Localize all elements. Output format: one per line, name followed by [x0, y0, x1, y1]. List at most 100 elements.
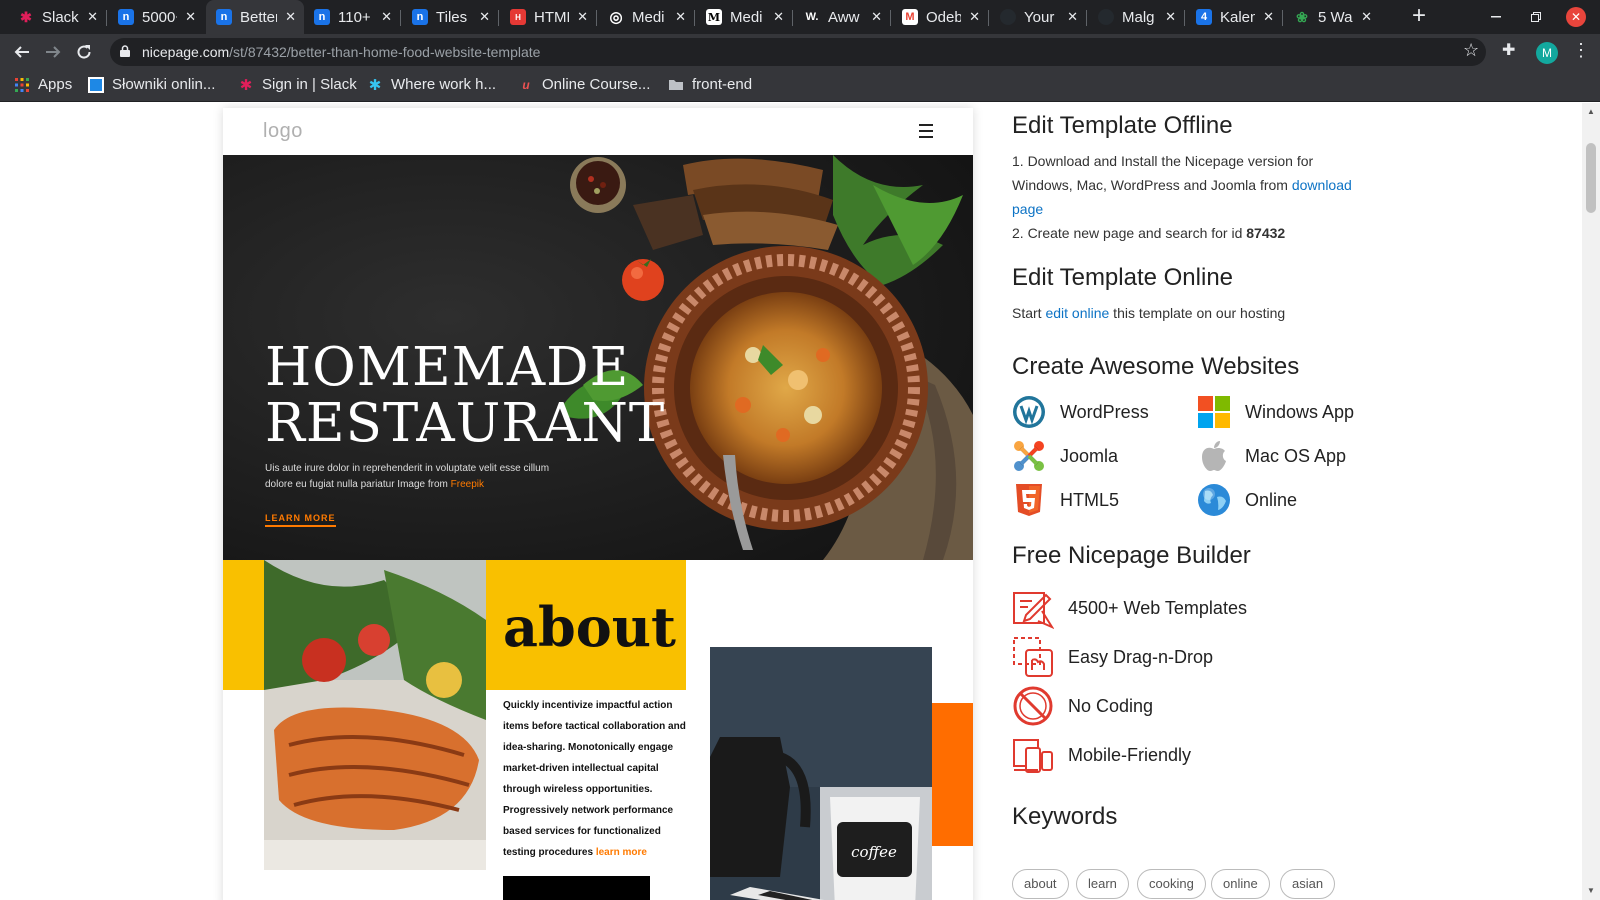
- tab-title: Better: [240, 8, 278, 26]
- keyword-tag-about[interactable]: about: [1012, 869, 1069, 899]
- extensions-puzzle-icon[interactable]: ✚: [1502, 40, 1515, 60]
- scroll-up-arrow-icon[interactable]: ▲: [1586, 107, 1596, 116]
- tab-title: 5000+: [142, 8, 177, 26]
- tab-medium-2[interactable]: M Medi ✕: [696, 0, 792, 34]
- close-tab-icon[interactable]: ✕: [1165, 9, 1176, 25]
- feature-label: No Coding: [1068, 695, 1154, 716]
- bookmark-star-icon[interactable]: ☆: [1463, 40, 1479, 61]
- tab-github-malg[interactable]: Malg ✕: [1088, 0, 1184, 34]
- tab-github-your[interactable]: Your ✕: [990, 0, 1086, 34]
- close-tab-icon[interactable]: ✕: [1067, 9, 1078, 25]
- edit-online-link[interactable]: edit online: [1045, 305, 1109, 321]
- app-wordpress[interactable]: WordPress: [1012, 395, 1149, 429]
- hamburger-menu-icon[interactable]: [919, 124, 933, 142]
- browser-menu-icon[interactable]: ⋮: [1572, 40, 1590, 61]
- app-macos[interactable]: Mac OS App: [1197, 439, 1346, 473]
- url-text: nicepage.com/st/87432/better-than-home-f…: [142, 44, 540, 60]
- close-tab-icon[interactable]: ✕: [871, 9, 882, 25]
- tab-nicepage-110[interactable]: n 110+ ✕: [304, 0, 400, 34]
- close-tab-icon[interactable]: ✕: [381, 9, 392, 25]
- close-tab-icon[interactable]: ✕: [577, 9, 588, 25]
- tab-separator: [1282, 10, 1283, 26]
- preview-header: logo: [223, 108, 973, 155]
- close-tab-icon[interactable]: ✕: [185, 9, 196, 25]
- scroll-down-arrow-icon[interactable]: ▼: [1586, 886, 1596, 895]
- bookmark-slack-where[interactable]: ✱ Where work h...: [367, 76, 497, 94]
- offline-step-2-text: 2. Create new page and search for id: [1012, 225, 1247, 241]
- new-tab-button[interactable]: +: [1406, 4, 1432, 30]
- reload-button[interactable]: [72, 40, 96, 64]
- bookmark-label: Where work h...: [391, 76, 497, 93]
- app-joomla[interactable]: Joomla: [1012, 439, 1118, 473]
- tab-html[interactable]: H HTML ✕: [500, 0, 596, 34]
- close-tab-icon[interactable]: ✕: [479, 9, 490, 25]
- forward-button[interactable]: [41, 40, 65, 64]
- tab-awwwards[interactable]: W. Aww ✕: [794, 0, 890, 34]
- back-button[interactable]: [10, 40, 34, 64]
- address-bar[interactable]: nicepage.com/st/87432/better-than-home-f…: [110, 38, 1486, 66]
- tab-better-than-home[interactable]: n Better ✕: [206, 0, 304, 34]
- download-page-link[interactable]: download: [1292, 177, 1352, 193]
- bookmark-apps[interactable]: Apps: [14, 76, 72, 93]
- close-tab-icon[interactable]: ✕: [87, 9, 98, 25]
- profile-avatar[interactable]: M: [1536, 42, 1558, 64]
- url-path: /st/87432/better-than-home-food-website-…: [229, 44, 541, 60]
- tab-nicepage-5000[interactable]: n 5000+ ✕: [108, 0, 204, 34]
- app-label: Mac OS App: [1245, 445, 1347, 466]
- close-tab-icon[interactable]: ✕: [675, 9, 686, 25]
- lock-icon: [120, 45, 130, 57]
- about-button[interactable]: [503, 876, 650, 900]
- bookmark-slack-signin[interactable]: ✱ Sign in | Slack: [238, 76, 357, 94]
- tab-title: Medi: [730, 8, 763, 26]
- app-html5[interactable]: HTML5: [1012, 483, 1119, 517]
- keyword-tag-online[interactable]: online: [1211, 869, 1270, 899]
- close-window-button[interactable]: ✕: [1566, 7, 1586, 27]
- template-preview[interactable]: logo HOMEMADE RESTAURANT Uis aute irure …: [223, 108, 973, 900]
- learn-more-link[interactable]: LEARN MORE: [265, 513, 336, 527]
- keyword-tag-cooking[interactable]: cooking: [1137, 869, 1206, 899]
- feature-label: Mobile-Friendly: [1068, 744, 1192, 765]
- app-label: Joomla: [1060, 445, 1119, 466]
- offline-step-1b-text: Windows, Mac, WordPress and Joomla from: [1012, 177, 1292, 193]
- bookmark-online-courses[interactable]: u Online Course...: [518, 76, 650, 93]
- tab-gmail[interactable]: M Odeb ✕: [892, 0, 988, 34]
- close-tab-icon[interactable]: ✕: [969, 9, 980, 25]
- bookmark-slowniki[interactable]: Słowniki onlin...: [88, 76, 215, 93]
- edit-online-heading: Edit Template Online: [1012, 264, 1234, 291]
- keyword-tag-asian[interactable]: asian: [1280, 869, 1336, 899]
- bookmark-front-end-folder[interactable]: front-end: [668, 76, 752, 93]
- tab-tiles[interactable]: n Tiles ✕: [402, 0, 498, 34]
- close-tab-icon[interactable]: ✕: [773, 9, 784, 25]
- tab-medium-1[interactable]: ◎ Medi ✕: [598, 0, 694, 34]
- scrollbar-thumb[interactable]: [1586, 143, 1596, 213]
- tab-slack[interactable]: ✱ Slack ✕: [8, 0, 106, 34]
- app-online[interactable]: Online: [1197, 483, 1297, 517]
- close-tab-icon[interactable]: ✕: [285, 9, 296, 25]
- bookmark-label: Online Course...: [542, 76, 651, 93]
- restore-window-button[interactable]: [1516, 0, 1556, 34]
- bookmarks-bar: Apps Słowniki onlin... ✱ Sign in | Slack…: [0, 70, 1600, 102]
- preview-logo[interactable]: logo: [263, 120, 303, 143]
- windows-icon: [1198, 396, 1230, 428]
- download-page-link-continued[interactable]: page: [1012, 201, 1043, 217]
- slack-icon: ✱: [239, 76, 253, 94]
- page-scrollbar[interactable]: ▲ ▼: [1582, 103, 1600, 900]
- app-label: Online: [1245, 489, 1298, 510]
- feature-drag-drop: Easy Drag-n-Drop: [1012, 636, 1213, 678]
- orange-accent-bar: [932, 703, 973, 846]
- slack-icon: ✱: [20, 8, 32, 25]
- freepik-link[interactable]: Freepik: [451, 479, 484, 490]
- bookmark-label: Apps: [38, 76, 73, 93]
- tab-strip: ✱ Slack ✕ n 5000+ ✕ n Better ✕ n 110+ ✕ …: [0, 0, 1600, 34]
- keyword-tag-learn[interactable]: learn: [1076, 869, 1129, 899]
- tab-5-ways[interactable]: ❀ 5 Wa ✕: [1284, 0, 1380, 34]
- close-tab-icon[interactable]: ✕: [1361, 9, 1372, 25]
- app-windows[interactable]: Windows App: [1197, 395, 1354, 429]
- tab-calendar[interactable]: 4 Kalen ✕: [1186, 0, 1282, 34]
- nicepage-icon: n: [216, 9, 232, 25]
- minimize-window-button[interactable]: [1476, 0, 1516, 34]
- feature-mobile-friendly: Mobile-Friendly: [1012, 734, 1191, 776]
- close-tab-icon[interactable]: ✕: [1263, 9, 1274, 25]
- tab-title: Slack: [42, 8, 79, 26]
- about-learn-more-link[interactable]: learn more: [596, 847, 647, 858]
